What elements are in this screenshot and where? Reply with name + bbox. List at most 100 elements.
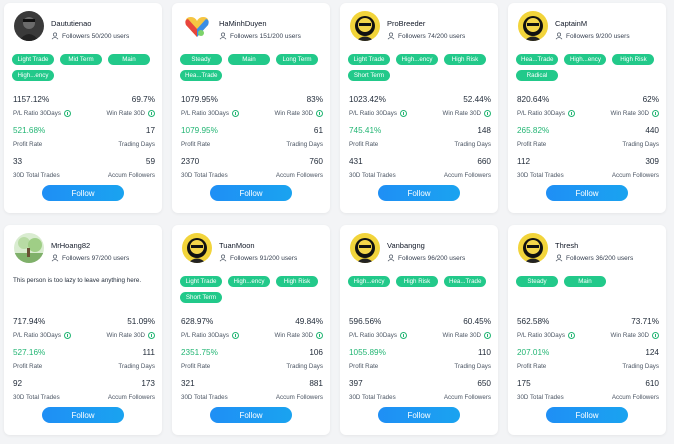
trader-name[interactable]: MrHoang82 bbox=[51, 241, 90, 250]
total-trades-value: 33 bbox=[13, 157, 23, 166]
trading-days-label: Trading Days bbox=[622, 363, 659, 370]
follow-button[interactable]: Follow bbox=[378, 185, 460, 201]
trader-name[interactable]: Daututienao bbox=[51, 19, 91, 28]
avatar[interactable] bbox=[350, 11, 380, 41]
trader-card[interactable]: ProBreeder Followers 74/200 users Light Tr… bbox=[340, 3, 498, 213]
info-icon[interactable] bbox=[484, 110, 491, 117]
accum-followers-label: Accum Followers bbox=[443, 394, 491, 401]
strategy-tag: Hea...Trade bbox=[180, 70, 223, 81]
pl-ratio-value: 1157.12% bbox=[13, 95, 50, 104]
avatar[interactable] bbox=[182, 233, 212, 263]
trader-card[interactable]: MrHoang82 Followers 97/200 users This pers… bbox=[4, 225, 162, 435]
trader-card[interactable]: HaMinhDuyen Followers 151/200 users Steady… bbox=[172, 3, 330, 213]
info-icon[interactable] bbox=[231, 332, 239, 339]
trader-bio: This person is too lazy to leave anythin… bbox=[13, 277, 142, 284]
trader-name[interactable]: Vanbangng bbox=[387, 241, 425, 250]
avatar[interactable] bbox=[14, 11, 44, 41]
total-trades-label: 30D Total Trades bbox=[181, 394, 228, 401]
trader-card[interactable]: Thresh Followers 36/200 users Steady Main 56… bbox=[508, 225, 666, 435]
info-icon[interactable] bbox=[63, 110, 71, 117]
info-icon[interactable] bbox=[63, 332, 71, 339]
followers-count: Followers 74/200 users bbox=[387, 32, 465, 40]
pl-ratio-label: P/L Ratio 30Days bbox=[517, 110, 565, 117]
stats-values-row-3: 33 59 bbox=[13, 157, 155, 166]
stats-labels-row-3: 30D Total Trades Accum Followers bbox=[349, 394, 491, 401]
info-icon[interactable] bbox=[567, 110, 575, 117]
total-trades-value: 397 bbox=[349, 379, 363, 388]
total-trades-value: 2370 bbox=[181, 157, 200, 166]
stats-labels-row-3: 30D Total Trades Accum Followers bbox=[13, 172, 155, 179]
avatar[interactable] bbox=[518, 11, 548, 41]
info-icon[interactable] bbox=[316, 332, 323, 339]
info-icon[interactable] bbox=[148, 332, 155, 339]
strategy-tag: Main bbox=[108, 54, 150, 65]
total-trades-label: 30D Total Trades bbox=[517, 172, 564, 179]
info-icon[interactable] bbox=[231, 110, 239, 117]
trader-name[interactable]: Thresh bbox=[555, 241, 578, 250]
tag-list: Light Trade Mid Term Main High...ency bbox=[12, 54, 158, 81]
trader-card[interactable]: Daututienao Followers 50/200 users Light T… bbox=[4, 3, 162, 213]
pl-ratio-label: P/L Ratio 30Days bbox=[349, 110, 397, 117]
follow-button[interactable]: Follow bbox=[546, 185, 628, 201]
follow-button[interactable]: Follow bbox=[210, 185, 292, 201]
stats-values-row-3: 397 650 bbox=[349, 379, 491, 388]
pl-ratio-label: P/L Ratio 30Days bbox=[349, 332, 397, 339]
info-icon[interactable] bbox=[148, 110, 155, 117]
accum-followers-label: Accum Followers bbox=[275, 172, 323, 179]
pl-ratio-value: 562.58% bbox=[517, 317, 550, 326]
strategy-tag: Short Term bbox=[180, 292, 222, 303]
win-rate-label: Win Rate 30D bbox=[442, 332, 481, 339]
trader-card[interactable]: Vanbangng Followers 96/200 users High...en… bbox=[340, 225, 498, 435]
pl-ratio-value: 717.94% bbox=[13, 317, 46, 326]
follow-button[interactable]: Follow bbox=[210, 407, 292, 423]
stats-labels-row-2: Profit Rate Trading Days bbox=[517, 141, 659, 148]
trader-name[interactable]: CaptainM bbox=[555, 19, 587, 28]
stats-values-row-3: 92 173 bbox=[13, 379, 155, 388]
profit-rate-label: Profit Rate bbox=[349, 363, 379, 370]
avatar[interactable] bbox=[182, 11, 212, 41]
info-icon[interactable] bbox=[652, 332, 659, 339]
trader-name[interactable]: TuanMoon bbox=[219, 241, 255, 250]
followers-count: Followers 91/200 users bbox=[219, 254, 297, 262]
info-icon[interactable] bbox=[567, 332, 575, 339]
followers-text: Followers 36/200 users bbox=[566, 254, 634, 262]
info-icon[interactable] bbox=[484, 332, 491, 339]
stats-labels-row-1: P/L Ratio 30Days Win Rate 30D bbox=[517, 110, 659, 117]
strategy-tag: High Risk bbox=[612, 54, 655, 65]
stats-labels-row-2: Profit Rate Trading Days bbox=[349, 363, 491, 370]
win-rate-label: Win Rate 30D bbox=[442, 110, 481, 117]
stats-labels-row-2: Profit Rate Trading Days bbox=[349, 141, 491, 148]
profit-rate-value: 527.16% bbox=[13, 348, 46, 357]
trading-days-label: Trading Days bbox=[286, 141, 323, 148]
avatar[interactable] bbox=[14, 233, 44, 263]
stats-labels-row-3: 30D Total Trades Accum Followers bbox=[517, 172, 659, 179]
trader-name[interactable]: HaMinhDuyen bbox=[219, 19, 267, 28]
followers-count: Followers 96/200 users bbox=[387, 254, 465, 262]
strategy-tag: Main bbox=[228, 54, 270, 65]
info-icon[interactable] bbox=[399, 110, 407, 117]
follow-button[interactable]: Follow bbox=[42, 185, 124, 201]
accum-followers-value: 309 bbox=[645, 157, 659, 166]
follow-button[interactable]: Follow bbox=[546, 407, 628, 423]
info-icon[interactable] bbox=[652, 110, 659, 117]
avatar[interactable] bbox=[518, 233, 548, 263]
stats-labels-row-3: 30D Total Trades Accum Followers bbox=[181, 394, 323, 401]
user-icon bbox=[555, 32, 563, 40]
stats-values-row-1: 1079.95% 83% bbox=[181, 95, 323, 104]
accum-followers-value: 59 bbox=[145, 157, 155, 166]
avatar[interactable] bbox=[350, 233, 380, 263]
strategy-tag: High Risk bbox=[276, 276, 318, 287]
info-icon[interactable] bbox=[399, 332, 407, 339]
total-trades-value: 321 bbox=[181, 379, 195, 388]
profit-rate-label: Profit Rate bbox=[13, 141, 43, 148]
strategy-tag: Steady bbox=[516, 276, 558, 287]
accum-followers-label: Accum Followers bbox=[611, 394, 659, 401]
trader-name[interactable]: ProBreeder bbox=[387, 19, 425, 28]
follow-button[interactable]: Follow bbox=[42, 407, 124, 423]
stats-labels-row-3: 30D Total Trades Accum Followers bbox=[349, 172, 491, 179]
follow-button[interactable]: Follow bbox=[378, 407, 460, 423]
trader-card[interactable]: CaptainM Followers 9/200 users Hea...Trade… bbox=[508, 3, 666, 213]
info-icon[interactable] bbox=[316, 110, 323, 117]
total-trades-label: 30D Total Trades bbox=[349, 172, 396, 179]
trader-card[interactable]: TuanMoon Followers 91/200 users Light Trad… bbox=[172, 225, 330, 435]
